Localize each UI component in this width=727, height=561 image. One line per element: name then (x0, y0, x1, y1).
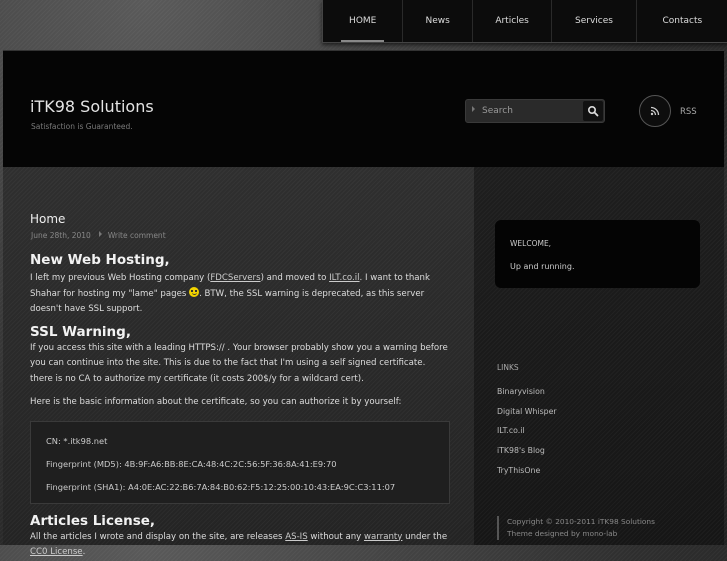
copyright-text: Copyright © 2010-2011 iTK98 Solutions (507, 517, 655, 526)
text: ) and moved to (260, 273, 330, 283)
meta-arrow-icon (98, 231, 102, 237)
text: All the articles I wrote and display on … (30, 531, 286, 542)
site-title[interactable]: iTK98 Solutions (30, 97, 154, 116)
link-binaryvision[interactable]: Binaryvision (497, 387, 557, 407)
search-box (465, 99, 605, 123)
welcome-widget: WELCOME, Up and running. (495, 220, 700, 288)
links-list: Binaryvision Digital Whisper ILT.co.il i… (497, 387, 557, 485)
paragraph-ssl: If you access this site with a leading H… (30, 342, 448, 384)
smiley-icon (189, 286, 200, 297)
rss-icon (650, 106, 660, 116)
heading-ssl-warning: SSL Warning, (30, 323, 131, 340)
text: without any (307, 531, 364, 542)
cert-md5: Fingerprint (MD5): 4B:9F:A6:BB:8E:CA:48:… (46, 458, 337, 469)
welcome-body: Up and running. (510, 262, 575, 271)
rss-link[interactable]: RSS (680, 107, 697, 117)
paragraph-hosting: I left my previous Web Hosting company (… (30, 271, 450, 318)
top-navigation: HOME News Articles Services Contacts (322, 0, 727, 43)
text: I left my previous Web Hosting company ( (30, 273, 211, 283)
certificate-box: CN: *.itk98.net Fingerprint (MD5): 4B:9F… (30, 420, 450, 504)
link-as-is[interactable]: AS-IS (285, 532, 307, 542)
main-content: Home June 28th, 2010 Write comment New We… (3, 167, 474, 557)
link-warranty[interactable]: warranty (364, 532, 402, 542)
text: . (82, 547, 86, 557)
search-icon (587, 105, 599, 117)
link-fdcservers[interactable]: FDCServers (210, 273, 260, 283)
search-arrow-icon (472, 106, 475, 112)
text: under the (402, 531, 448, 542)
sidebar: WELCOME, Up and running. LINKS Binaryvis… (474, 167, 724, 545)
nav-articles[interactable]: Articles (473, 0, 553, 42)
theme-credit: Theme designed by mono-lab (507, 529, 618, 538)
post-meta: June 28th, 2010 Write comment (31, 231, 166, 240)
nav-home[interactable]: HOME (323, 0, 404, 42)
paragraph-license: All the articles I wrote and display on … (30, 530, 450, 561)
post-date: June 28th, 2010 (31, 231, 91, 240)
link-cc0-license[interactable]: CC0 License (30, 547, 83, 557)
site-header: iTK98 Solutions Satisfaction is Guarante… (3, 50, 724, 168)
rss-button[interactable] (639, 95, 671, 127)
link-trythisone[interactable]: TryThisOne (497, 466, 557, 486)
paragraph-cert-intro: Here is the basic information about the … (30, 397, 402, 407)
search-button[interactable] (583, 101, 603, 121)
welcome-title: WELCOME, (510, 239, 552, 248)
post-body: New Web Hosting, I left my previous Web … (30, 251, 450, 561)
cert-sha1: Fingerprint (SHA1): A4:0E:AC:22:B6:7A:84… (46, 481, 396, 492)
heading-new-web-hosting: New Web Hosting, (30, 252, 170, 268)
search-input[interactable] (480, 103, 584, 119)
link-ilt-sidebar[interactable]: ILT.co.il (497, 426, 557, 446)
link-itk98-blog[interactable]: iTK98's Blog (497, 446, 557, 466)
post-title[interactable]: Home (30, 212, 65, 226)
links-title: LINKS (497, 363, 519, 372)
footer: Copyright © 2010-2011 iTK98 Solutions Th… (497, 516, 655, 540)
heading-articles-license: Articles License, (30, 512, 156, 529)
site-tagline: Satisfaction is Guaranteed. (31, 122, 133, 131)
link-ilt[interactable]: ILT.co.il (329, 273, 359, 283)
write-comment-link[interactable]: Write comment (108, 231, 166, 240)
nav-services[interactable]: Services (552, 0, 637, 42)
link-digital-whisper[interactable]: Digital Whisper (497, 407, 557, 427)
nav-news[interactable]: News (403, 0, 473, 42)
nav-contacts[interactable]: Contacts (637, 0, 727, 42)
cert-cn: CN: *.itk98.net (46, 435, 108, 446)
